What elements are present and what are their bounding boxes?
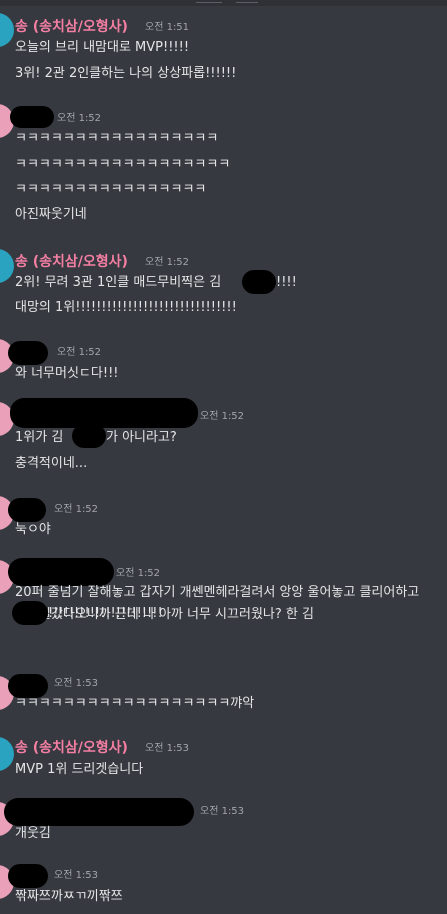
timestamp: 오전 1:51 xyxy=(145,22,190,33)
avatar[interactable] xyxy=(0,249,14,283)
message-text: MVP 1위 드리겟습니다 xyxy=(15,762,144,777)
redacted-name xyxy=(242,270,276,294)
divider-segment xyxy=(236,2,258,3)
message-text: 대망의 1위!!!!!!!!!!!!!!!!!!!!!!!!!!!!!!! xyxy=(15,300,237,315)
redacted-username xyxy=(8,674,48,698)
redacted-username xyxy=(4,798,194,826)
message-text: !!!! xyxy=(276,275,297,290)
timestamp: 오전 1:52 xyxy=(116,568,161,579)
message-text: 2위! 무려 3관 1인클 매드무비찍은 김 xyxy=(15,275,222,290)
redacted-username xyxy=(10,106,54,128)
redacted-username xyxy=(8,498,46,522)
message-text: 1위가 김 xyxy=(15,430,64,445)
message-text: 오늘의 브리 내맘대로 MVP!!!!! xyxy=(15,40,190,55)
author-name[interactable]: 송 (송치삼/오형사) xyxy=(15,254,128,270)
redacted-name xyxy=(12,601,48,625)
timestamp: 오전 1:53 xyxy=(54,870,99,881)
message-text: 3위! 2관 2인클하는 나의 상상파롭!!!!!! xyxy=(15,66,237,81)
timestamp: 오전 1:52 xyxy=(145,257,190,268)
redacted-username xyxy=(8,341,48,365)
message-text: 가 아니라고? xyxy=(106,430,177,445)
timestamp: 오전 1:53 xyxy=(54,678,99,689)
timestamp: 오전 1:52 xyxy=(54,504,99,515)
message-text: 아진짜웃기네 xyxy=(15,207,87,222)
top-divider xyxy=(0,0,447,6)
divider-segment xyxy=(196,2,222,3)
author-name[interactable]: 송 (송치삼/오형사) xyxy=(15,740,128,756)
message-text: 개웃김 xyxy=(15,826,51,841)
message-text: 충격적이네... xyxy=(15,456,88,471)
timestamp: 오전 1:53 xyxy=(200,806,245,817)
redacted-name xyxy=(72,424,106,448)
message-text: 와 너무머싯ㄷ다!!! xyxy=(15,366,119,381)
redacted-username xyxy=(8,864,48,888)
message-text: 눅ㅇ야 xyxy=(15,522,51,537)
redacted-username xyxy=(10,398,198,428)
message-text: ㅋㅋㅋㅋㅋㅋㅋㅋㅋㅋㅋㅋㅋㅋㅋㅋㅋㅋ xyxy=(15,157,231,172)
message-text: ㅋㅋㅋㅋㅋㅋㅋㅋㅋㅋㅋㅋㅋㅋㅋㅋ xyxy=(15,182,207,197)
message-text: 짞짜쯔까ㅉㄲ끼짞쯔 xyxy=(15,889,123,904)
timestamp: 오전 1:52 xyxy=(200,411,245,422)
message-text: !!!!!!!!!!!!!!!!!!!!!! xyxy=(48,606,163,621)
avatar[interactable] xyxy=(0,13,14,47)
message-text: ㅋㅋㅋㅋㅋㅋㅋㅋㅋㅋㅋㅋㅋㅋㅋㅋㅋ xyxy=(15,131,219,146)
author-name[interactable]: 송 (송치삼/오형사) xyxy=(15,19,128,35)
message-text: ㅋㅋㅋㅋㅋㅋㅋㅋㅋㅋㅋㅋㅋㅋㅋㅋㅋㅋ꺄악 xyxy=(15,696,255,711)
timestamp: 오전 1:53 xyxy=(145,743,190,754)
timestamp: 오전 1:52 xyxy=(57,113,102,124)
timestamp: 오전 1:52 xyxy=(57,347,102,358)
avatar[interactable] xyxy=(0,737,14,771)
